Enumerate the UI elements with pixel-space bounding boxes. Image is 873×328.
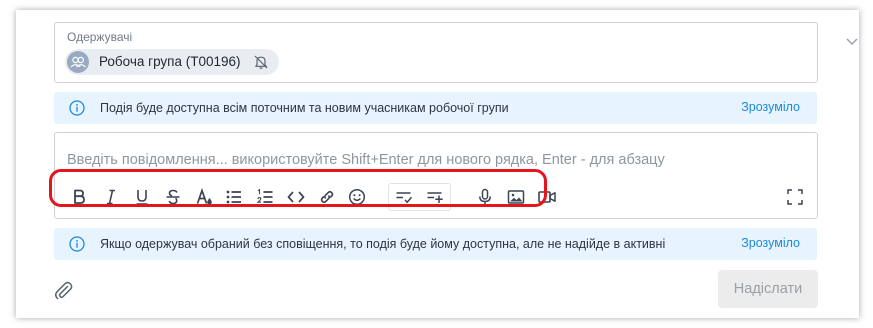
- video-icon[interactable]: [535, 185, 559, 209]
- notice-bottom: Якщо одержувач обраний без сповіщення, т…: [54, 228, 817, 260]
- microphone-icon[interactable]: [473, 185, 497, 209]
- task-add-icon[interactable]: [423, 185, 447, 209]
- bullet-list-icon[interactable]: [222, 185, 246, 209]
- task-check-icon[interactable]: [392, 185, 416, 209]
- paperclip-icon[interactable]: [52, 279, 74, 301]
- message-composer[interactable]: Введіть повідомлення... використовуйте S…: [54, 132, 818, 219]
- code-icon[interactable]: [284, 185, 308, 209]
- message-input-placeholder[interactable]: Введіть повідомлення... використовуйте S…: [67, 152, 665, 168]
- bell-off-icon[interactable]: [253, 54, 269, 70]
- text-color-icon[interactable]: [192, 185, 216, 209]
- image-icon[interactable]: [504, 185, 528, 209]
- recipient-chip[interactable]: Робоча група (T00196): [65, 49, 279, 75]
- strikethrough-icon[interactable]: [161, 185, 185, 209]
- italic-icon[interactable]: [99, 185, 123, 209]
- recipients-label: Одержувачі: [67, 30, 133, 44]
- fullscreen-icon[interactable]: [783, 185, 807, 209]
- recipients-field[interactable]: Одержувачі Робоча група (T00196): [54, 22, 818, 83]
- notice-bottom-dismiss-link[interactable]: Зрозуміло: [741, 236, 800, 250]
- underline-icon[interactable]: [130, 185, 154, 209]
- chevron-down-icon[interactable]: [845, 34, 859, 48]
- recipient-chip-label: Робоча група (T00196): [99, 54, 241, 69]
- send-button[interactable]: Надіслати: [718, 270, 818, 308]
- bold-icon[interactable]: [67, 185, 91, 209]
- notice-bottom-text: Якщо одержувач обраний без сповіщення, т…: [100, 237, 666, 251]
- info-icon: [69, 100, 85, 116]
- notice-top: Подія буде доступна всім поточним та нов…: [54, 92, 817, 124]
- numbered-list-icon[interactable]: [253, 185, 277, 209]
- group-icon: [67, 51, 89, 73]
- message-panel: Одержувачі Робоча група (T00196) Подія б…: [16, 10, 859, 318]
- notice-top-text: Подія буде доступна всім поточним та нов…: [100, 101, 509, 115]
- link-icon[interactable]: [315, 185, 339, 209]
- notice-top-dismiss-link[interactable]: Зрозуміло: [741, 100, 800, 114]
- emoji-icon[interactable]: [345, 185, 369, 209]
- info-icon: [69, 236, 85, 252]
